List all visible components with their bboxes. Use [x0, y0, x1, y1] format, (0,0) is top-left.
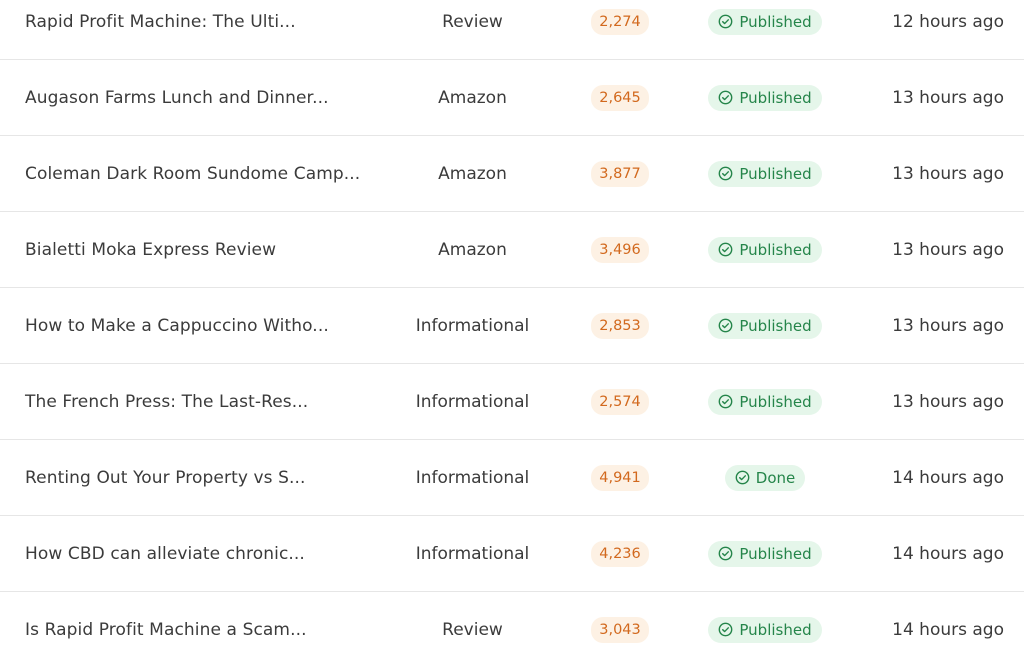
status-badge: Published — [708, 616, 822, 643]
updated-time: 14 hours ago — [892, 619, 1004, 640]
updated-time: 13 hours ago — [892, 391, 1004, 412]
table-row[interactable]: How CBD can alleviate chronic... Informa… — [0, 516, 1024, 592]
table-row[interactable]: How to Make a Cappuccino Witho... Inform… — [0, 288, 1024, 364]
check-circle-icon — [718, 166, 733, 181]
check-circle-icon — [718, 546, 733, 561]
check-circle-icon — [718, 622, 733, 637]
status-label: Published — [739, 544, 812, 563]
word-count-badge: 2,574 — [591, 388, 649, 415]
check-circle-icon — [718, 90, 733, 105]
article-type: Informational — [415, 391, 530, 412]
updated-time: 14 hours ago — [892, 467, 1004, 488]
status-badge: Published — [708, 388, 822, 415]
updated-time: 13 hours ago — [892, 163, 1004, 184]
check-circle-icon — [735, 470, 750, 485]
status-badge: Done — [724, 464, 806, 491]
updated-time: 12 hours ago — [892, 11, 1004, 32]
article-title[interactable]: The French Press: The Last-Res... — [25, 364, 370, 439]
word-count-badge: 3,877 — [591, 160, 649, 187]
updated-time: 13 hours ago — [892, 239, 1004, 260]
updated-time: 14 hours ago — [892, 543, 1004, 564]
check-circle-icon — [718, 318, 733, 333]
article-title[interactable]: How CBD can alleviate chronic... — [25, 516, 370, 591]
status-label: Published — [739, 240, 812, 259]
article-type: Amazon — [438, 239, 507, 260]
article-type: Review — [442, 11, 503, 32]
status-label: Published — [739, 88, 812, 107]
status-badge: Published — [708, 236, 822, 263]
status-badge: Published — [708, 312, 822, 339]
status-badge: Published — [708, 84, 822, 111]
articles-table: Rapid Profit Machine: The Ulti... Review… — [0, 0, 1024, 662]
word-count-badge: 2,274 — [591, 8, 649, 35]
status-label: Published — [739, 12, 812, 31]
check-circle-icon — [718, 242, 733, 257]
status-label: Published — [739, 392, 812, 411]
status-label: Published — [739, 620, 812, 639]
status-badge: Published — [708, 8, 822, 35]
status-badge: Published — [708, 160, 822, 187]
check-circle-icon — [718, 394, 733, 409]
table-row[interactable]: The French Press: The Last-Res... Inform… — [0, 364, 1024, 440]
table-row[interactable]: Augason Farms Lunch and Dinner... Amazon… — [0, 60, 1024, 136]
article-type: Amazon — [438, 87, 507, 108]
status-label: Published — [739, 316, 812, 335]
article-title[interactable]: Augason Farms Lunch and Dinner... — [25, 60, 370, 135]
article-type: Informational — [415, 467, 530, 488]
table-row[interactable]: Coleman Dark Room Sundome Camp... Amazon… — [0, 136, 1024, 212]
article-title[interactable]: Renting Out Your Property vs S... — [25, 440, 370, 515]
article-type: Review — [442, 619, 503, 640]
article-title[interactable]: Is Rapid Profit Machine a Scam... — [25, 592, 370, 662]
status-label: Done — [755, 468, 796, 487]
updated-time: 13 hours ago — [892, 315, 1004, 336]
word-count-badge: 4,941 — [591, 464, 649, 491]
word-count-badge: 3,496 — [591, 236, 649, 263]
table-row[interactable]: Rapid Profit Machine: The Ulti... Review… — [0, 0, 1024, 60]
status-label: Published — [739, 164, 812, 183]
word-count-badge: 3,043 — [591, 616, 649, 643]
article-title[interactable]: How to Make a Cappuccino Witho... — [25, 288, 370, 363]
article-type: Informational — [415, 543, 530, 564]
article-type: Informational — [415, 315, 530, 336]
check-circle-icon — [718, 14, 733, 29]
word-count-badge: 4,236 — [591, 540, 649, 567]
word-count-badge: 2,645 — [591, 84, 649, 111]
word-count-badge: 2,853 — [591, 312, 649, 339]
table-row[interactable]: Bialetti Moka Express Review Amazon 3,49… — [0, 212, 1024, 288]
status-badge: Published — [708, 540, 822, 567]
table-row[interactable]: Renting Out Your Property vs S... Inform… — [0, 440, 1024, 516]
article-title[interactable]: Coleman Dark Room Sundome Camp... — [25, 136, 370, 211]
updated-time: 13 hours ago — [892, 87, 1004, 108]
article-title[interactable]: Rapid Profit Machine: The Ulti... — [25, 0, 370, 59]
article-title[interactable]: Bialetti Moka Express Review — [25, 212, 370, 287]
table-row[interactable]: Is Rapid Profit Machine a Scam... Review… — [0, 592, 1024, 662]
article-type: Amazon — [438, 163, 507, 184]
